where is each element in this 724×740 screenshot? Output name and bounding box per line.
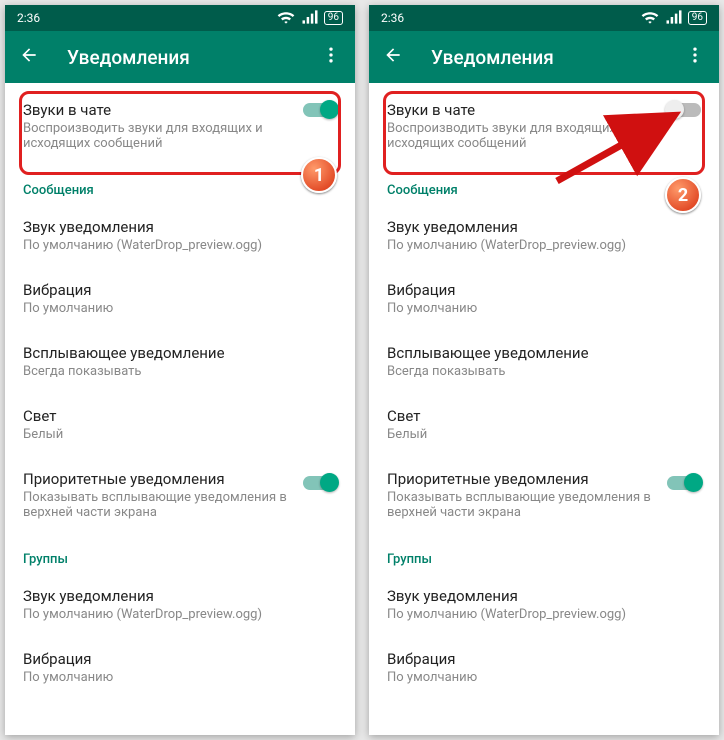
status-right: 96: [640, 7, 707, 30]
priority-row[interactable]: Приоритетные уведомления Показывать вспл…: [5, 456, 355, 534]
popup-row[interactable]: Всплывающее уведомление Всегда показыват…: [369, 330, 719, 393]
status-right: 96: [276, 7, 343, 30]
statusbar: 2:36 96: [5, 5, 355, 31]
chat-sounds-toggle-on[interactable]: [303, 103, 337, 117]
back-icon[interactable]: [19, 45, 39, 69]
light-row[interactable]: Свет Белый: [369, 393, 719, 456]
menu-icon[interactable]: [685, 45, 705, 69]
priority-row[interactable]: Приоритетные уведомления Показывать вспл…: [369, 456, 719, 534]
chat-sounds-toggle-off[interactable]: [667, 103, 701, 117]
chat-sounds-sub: Воспроизводить звуки для входящих и исхо…: [23, 121, 337, 151]
status-time: 2:36: [381, 11, 404, 25]
notif-sound-row[interactable]: Звук уведомления По умолчанию (WaterDrop…: [369, 204, 719, 267]
signal-icon: [664, 7, 684, 30]
priority-toggle[interactable]: [667, 476, 701, 490]
signal-icon: [300, 7, 320, 30]
priority-toggle[interactable]: [303, 476, 337, 490]
section-groups: Группы: [369, 534, 719, 573]
chat-sounds-sub: Воспроизводить звуки для входящих и исхо…: [387, 121, 701, 151]
status-time: 2:36: [17, 11, 40, 25]
page-title: Уведомления: [431, 46, 685, 69]
battery-icon: 96: [688, 11, 707, 25]
statusbar: 2:36 96: [369, 5, 719, 31]
phone-left: 2:36 96 Уведомления Звуки в чате Воспрои…: [5, 5, 355, 735]
appbar: Уведомления: [5, 31, 355, 83]
notif-sound-row[interactable]: Звук уведомления По умолчанию (WaterDrop…: [5, 204, 355, 267]
popup-row[interactable]: Всплывающее уведомление Всегда показыват…: [5, 330, 355, 393]
group-vibration-row[interactable]: Вибрация По умолчанию: [369, 636, 719, 699]
content: Звуки в чате Воспроизводить звуки для вх…: [369, 83, 719, 735]
back-icon[interactable]: [383, 45, 403, 69]
chat-sounds-row[interactable]: Звуки в чате Воспроизводить звуки для вх…: [5, 83, 355, 165]
section-groups: Группы: [5, 534, 355, 573]
battery-icon: 96: [324, 11, 343, 25]
wifi-icon: [640, 7, 660, 30]
page-title: Уведомления: [67, 46, 321, 69]
vibration-row[interactable]: Вибрация По умолчанию: [5, 267, 355, 330]
phone-right: 2:36 96 Уведомления Звуки в чате Воспрои…: [369, 5, 719, 735]
vibration-row[interactable]: Вибрация По умолчанию: [369, 267, 719, 330]
menu-icon[interactable]: [321, 45, 341, 69]
callout-2: 2: [665, 177, 701, 213]
chat-sounds-label: Звуки в чате: [23, 101, 337, 119]
chat-sounds-label: Звуки в чате: [387, 101, 701, 119]
chat-sounds-row[interactable]: Звуки в чате Воспроизводить звуки для вх…: [369, 83, 719, 165]
wifi-icon: [276, 7, 296, 30]
group-sound-row[interactable]: Звук уведомления По умолчанию (WaterDrop…: [369, 573, 719, 636]
group-vibration-row[interactable]: Вибрация По умолчанию: [5, 636, 355, 699]
appbar: Уведомления: [369, 31, 719, 83]
group-sound-row[interactable]: Звук уведомления По умолчанию (WaterDrop…: [5, 573, 355, 636]
callout-1: 1: [301, 157, 337, 193]
light-row[interactable]: Свет Белый: [5, 393, 355, 456]
